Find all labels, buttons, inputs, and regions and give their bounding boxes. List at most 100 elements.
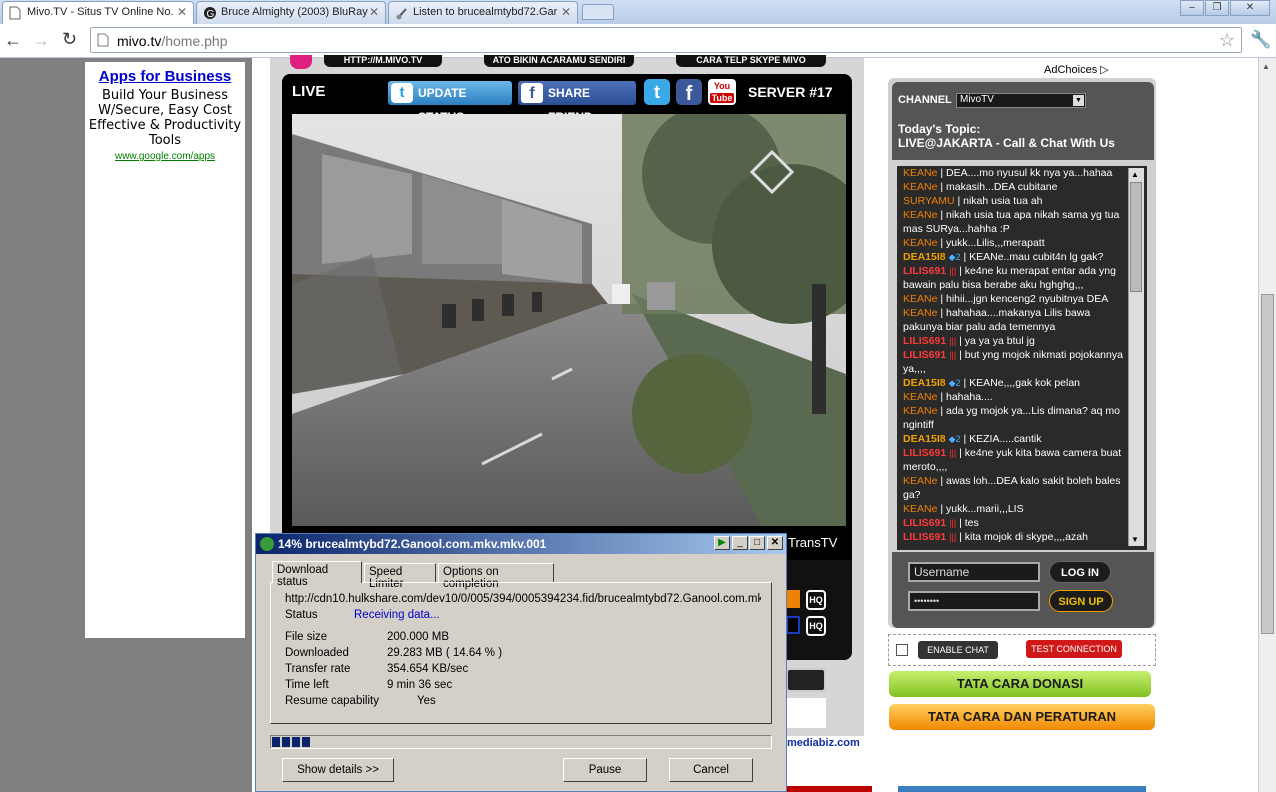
scroll-thumb[interactable] bbox=[1261, 294, 1274, 634]
share-friend-button[interactable]: f SHARE FRIEND bbox=[518, 81, 636, 124]
hq-button[interactable]: HQ bbox=[806, 616, 826, 636]
channel-select[interactable]: MivoTV ▼ bbox=[956, 93, 1086, 108]
tab-listen[interactable]: Listen to brucealmtybd72.Gar ✕ bbox=[388, 1, 578, 24]
show-details-button[interactable]: Show details >> bbox=[282, 758, 394, 782]
page-scrollbar[interactable]: ▲ bbox=[1258, 58, 1276, 792]
tab-mivo[interactable]: Mivo.TV - Situs TV Online No. ✕ bbox=[2, 1, 194, 24]
close-icon[interactable]: ✕ bbox=[767, 536, 783, 550]
username-field[interactable]: Username bbox=[908, 562, 1040, 582]
close-icon[interactable]: ✕ bbox=[369, 5, 379, 19]
pause-button[interactable]: Pause bbox=[563, 758, 647, 782]
rules-button[interactable]: TATA CARA DAN PERATURAN bbox=[889, 704, 1155, 730]
chat-scrollbar[interactable]: ▲ ▼ bbox=[1128, 168, 1144, 546]
chat-username[interactable]: KEANe bbox=[903, 181, 937, 193]
tab-download-status[interactable]: Download status bbox=[272, 561, 362, 588]
tab-title: Listen to brucealmtybd72.Gar bbox=[413, 6, 558, 18]
scroll-thumb[interactable] bbox=[1130, 182, 1142, 292]
separator: | bbox=[937, 405, 946, 417]
signup-button[interactable]: SIGN UP bbox=[1049, 590, 1113, 612]
chat-username[interactable]: DEA15I8 bbox=[903, 377, 946, 389]
chat-username[interactable]: LILIS691 bbox=[903, 335, 946, 347]
topic-value: LIVE@JAKARTA - Call & Chat With Us bbox=[898, 136, 1115, 150]
login-button[interactable]: LOG IN bbox=[1049, 561, 1111, 583]
maximize-button[interactable]: ❐ bbox=[1205, 0, 1229, 16]
tab-bruce[interactable]: G Bruce Almighty (2003) BluRay ✕ bbox=[196, 1, 386, 24]
player-button[interactable] bbox=[786, 668, 826, 692]
enable-chat-checkbox[interactable] bbox=[896, 644, 908, 656]
live-label: LIVE bbox=[292, 83, 326, 100]
mediabiz-link[interactable]: mediabiz.com bbox=[787, 737, 860, 749]
skype-link[interactable]: CARA TELP SKYPE MIVO bbox=[676, 55, 826, 67]
chat-text: KEANe..mau cubit4n lg gak? bbox=[969, 251, 1104, 263]
mobile-link[interactable]: HTTP://M.MIVO.TV bbox=[324, 55, 442, 67]
back-icon[interactable]: ← bbox=[4, 30, 22, 51]
separator: | bbox=[954, 195, 964, 207]
google-ad[interactable]: Apps for Business Build Your Business W/… bbox=[85, 62, 245, 638]
minimize-button[interactable]: _ bbox=[732, 536, 748, 550]
chat-username[interactable]: DEA15I8 bbox=[903, 251, 946, 263]
chevron-down-icon[interactable]: ▼ bbox=[1073, 95, 1084, 106]
separator: | bbox=[937, 475, 946, 487]
chat-username[interactable]: LILIS691 bbox=[903, 349, 946, 361]
new-tab-button[interactable] bbox=[582, 4, 614, 20]
blue-indicator bbox=[786, 616, 800, 634]
cancel-button[interactable]: Cancel bbox=[669, 758, 753, 782]
chat-username[interactable]: LILIS691 bbox=[903, 517, 946, 529]
chat-message: KEANe | yukk...marii,,,LIS bbox=[897, 502, 1147, 516]
chat-username[interactable]: KEANe bbox=[903, 475, 937, 487]
play-icon[interactable]: ▶ bbox=[714, 536, 730, 550]
user-badge-icon: ◆2 bbox=[948, 252, 961, 262]
update-status-button[interactable]: t UPDATE STATUS bbox=[388, 81, 512, 124]
reload-icon[interactable]: ↻ bbox=[62, 29, 77, 50]
chat-username[interactable]: SURYAMU bbox=[903, 195, 955, 207]
create-show-link[interactable]: ATO BIKIN ACARAMU SENDIRI bbox=[484, 55, 634, 67]
close-icon[interactable]: ✕ bbox=[177, 5, 187, 19]
address-bar[interactable]: mivo.tv/home.php ☆ bbox=[90, 27, 1242, 53]
dialog-titlebar[interactable]: 14% brucealmtybd72.Ganool.com.mkv.mkv.00… bbox=[256, 534, 786, 554]
close-window-button[interactable]: ✕ bbox=[1230, 0, 1270, 16]
chat-username[interactable]: KEANe bbox=[903, 405, 937, 417]
chat-message: KEANe | ada yg mojok ya...Lis dimana? aq… bbox=[897, 404, 1147, 432]
chat-username[interactable]: LILIS691 bbox=[903, 531, 946, 543]
enable-chat-button[interactable]: ENABLE CHAT bbox=[918, 641, 998, 659]
scroll-down-icon[interactable]: ▼ bbox=[1131, 535, 1139, 544]
chat-username[interactable]: KEANe bbox=[903, 167, 937, 179]
minimize-button[interactable]: – bbox=[1180, 0, 1204, 16]
scroll-up-icon[interactable]: ▲ bbox=[1131, 170, 1139, 179]
resume-value: Yes bbox=[417, 695, 436, 707]
chat-message: KEANe | yukk...Lilis,,,merapatt bbox=[897, 236, 1147, 250]
test-connection-button[interactable]: TEST CONNECTION bbox=[1026, 640, 1122, 658]
chat-log[interactable]: KEANe | DEA....mo nyusul kk nya ya...hah… bbox=[897, 166, 1147, 550]
youtube-icon[interactable]: You Tube bbox=[708, 79, 736, 105]
tab-options-on-completion[interactable]: Options on completion bbox=[438, 563, 554, 590]
maximize-button[interactable]: □ bbox=[749, 536, 765, 550]
chat-username[interactable]: KEANe bbox=[903, 391, 937, 403]
chat-username[interactable]: DEA15I8 bbox=[903, 433, 946, 445]
chat-username[interactable]: KEANe bbox=[903, 307, 937, 319]
star-icon[interactable]: ☆ bbox=[1219, 30, 1235, 51]
adchoices-text: AdChoices bbox=[1044, 64, 1098, 76]
close-icon[interactable]: ✕ bbox=[561, 5, 571, 19]
donation-button[interactable]: TATA CARA DONASI bbox=[889, 671, 1151, 697]
url-host: mivo.tv bbox=[117, 33, 162, 49]
separator: | bbox=[960, 251, 970, 263]
chat-username[interactable]: LILIS691 bbox=[903, 265, 946, 277]
twitter-icon[interactable]: t bbox=[644, 79, 670, 105]
password-field[interactable]: •••••••• bbox=[908, 591, 1040, 611]
ad-title[interactable]: Apps for Business bbox=[85, 68, 245, 85]
chat-username[interactable]: KEANe bbox=[903, 209, 937, 221]
chat-username[interactable]: KEANe bbox=[903, 237, 937, 249]
ad-url[interactable]: www.google.com/apps bbox=[85, 151, 245, 162]
forward-icon[interactable]: → bbox=[32, 30, 50, 51]
chat-text: tes bbox=[964, 517, 979, 529]
scroll-up-icon[interactable]: ▲ bbox=[1262, 62, 1270, 71]
adchoices-label[interactable]: AdChoices ▷ bbox=[1044, 63, 1109, 76]
chat-username[interactable]: KEANe bbox=[903, 503, 937, 515]
hq-button[interactable]: HQ bbox=[806, 590, 826, 610]
video-stream[interactable] bbox=[292, 114, 846, 526]
facebook-icon[interactable]: f bbox=[676, 79, 702, 105]
chat-username[interactable]: LILIS691 bbox=[903, 447, 946, 459]
chat-username[interactable]: KEANe bbox=[903, 293, 937, 305]
wrench-icon[interactable]: 🔧 bbox=[1250, 30, 1271, 50]
tab-speed-limiter[interactable]: Speed Limiter bbox=[364, 563, 436, 590]
